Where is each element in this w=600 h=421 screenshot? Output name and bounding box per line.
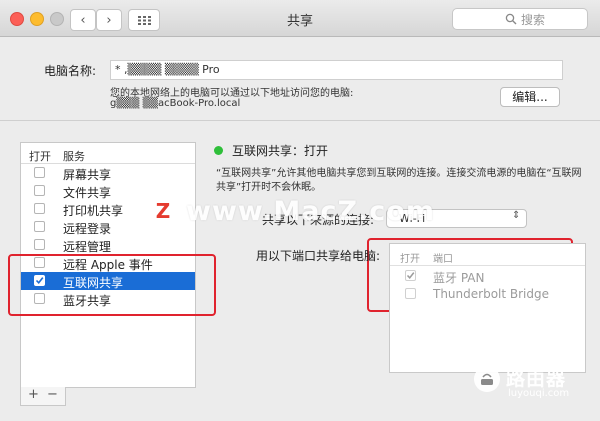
- search-field[interactable]: 搜索: [452, 8, 588, 30]
- service-checkbox[interactable]: [34, 221, 45, 232]
- annotation-box-services: [8, 254, 216, 316]
- service-label: 文件共享: [63, 186, 112, 200]
- edit-button[interactable]: 编辑...: [500, 87, 560, 107]
- service-label: 打印机共享: [63, 204, 124, 218]
- port-row-bluetooth-pan[interactable]: 蓝牙 PAN: [390, 267, 585, 285]
- service-checkbox[interactable]: [34, 203, 45, 214]
- add-remove-strip: + −: [20, 387, 66, 406]
- service-checkbox[interactable]: [34, 167, 45, 178]
- service-label: 远程管理: [63, 240, 112, 254]
- sharing-description-line1: “互联网共享”允许其他电脑共享您到互联网的连接。连接交流电源的电脑在“互联网: [216, 168, 582, 179]
- ports-header-divider: [390, 265, 585, 266]
- port-label: 蓝牙 PAN: [433, 271, 485, 285]
- search-icon: [505, 13, 517, 25]
- status-indicator-dot: [214, 146, 223, 155]
- port-checkbox-checked[interactable]: [405, 270, 416, 281]
- internet-sharing-status: 互联网共享：打开: [232, 144, 329, 158]
- updown-chevron-icon: ⇕: [512, 210, 521, 221]
- service-checkbox[interactable]: [34, 239, 45, 250]
- ports-header-on: 打开: [400, 254, 420, 265]
- add-service-button[interactable]: +: [28, 387, 39, 402]
- port-label: Thunderbolt Bridge: [433, 287, 550, 301]
- luyouqi-url: luyouqi.com: [508, 388, 570, 399]
- address-hint: 您的本地网络上的电脑可以通过以下地址访问您的电脑:: [110, 88, 354, 99]
- macz-watermark: www.MacZ.com: [186, 196, 435, 227]
- router-logo-icon: [474, 366, 500, 392]
- remove-service-button[interactable]: −: [47, 387, 58, 402]
- service-label: 屏幕共享: [63, 168, 112, 182]
- computer-name-label: 电脑名称:: [44, 64, 97, 78]
- macz-logo: Z: [148, 196, 178, 226]
- services-header-service: 服务: [63, 150, 85, 163]
- port-row-thunderbolt-bridge[interactable]: Thunderbolt Bridge: [390, 285, 585, 303]
- sharing-description-line2: 共享”打开时不会休眠。: [216, 182, 322, 193]
- share-to-label: 用以下端口共享给电脑:: [256, 249, 381, 263]
- ports-header-port: 端口: [433, 254, 453, 265]
- ports-table: 打开 端口 蓝牙 PAN Thunderbolt Bridge: [389, 243, 586, 373]
- luyouqi-watermark: 路由器: [506, 368, 567, 390]
- checkmark-icon: [406, 272, 415, 279]
- port-checkbox[interactable]: [405, 288, 416, 299]
- services-header-on: 打开: [29, 150, 51, 163]
- local-address: g▒▒▒ ▒▒acBook-Pro.local: [110, 98, 241, 109]
- service-label: 远程登录: [63, 222, 112, 236]
- service-row-remote-management[interactable]: 远程管理: [21, 236, 195, 254]
- service-checkbox[interactable]: [34, 185, 45, 196]
- service-row-screen-sharing[interactable]: 屏幕共享: [21, 164, 195, 182]
- computer-name-field[interactable]: * ,▒▒▒▒ ▒▒▒▒ Pro: [110, 60, 563, 80]
- search-placeholder: 搜索: [521, 12, 546, 27]
